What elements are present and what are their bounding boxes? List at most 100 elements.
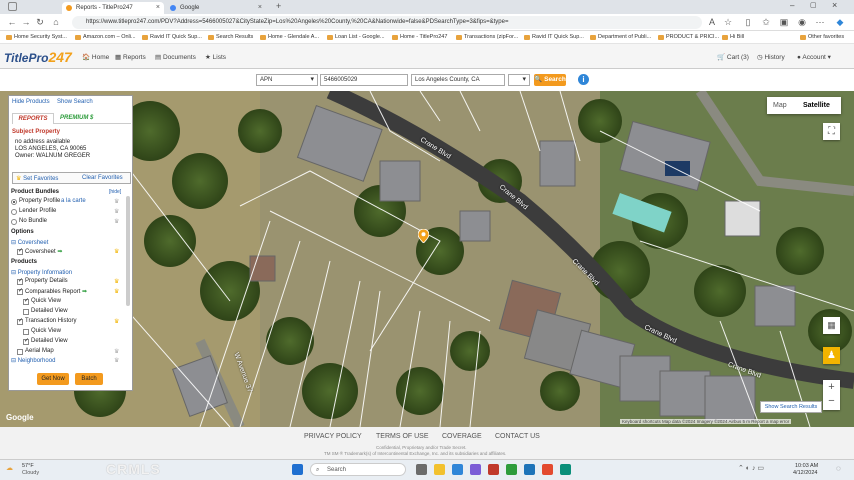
notifications-icon[interactable]: ◌: [836, 464, 841, 473]
terms-of-use-link[interactable]: TERMS OF USE: [376, 433, 429, 440]
nav-reports[interactable]: ▦ Reports: [115, 53, 146, 61]
county-input[interactable]: Los Angeles County, CA: [411, 74, 505, 86]
task-view-icon[interactable]: [416, 464, 427, 475]
checkbox-aerial-map[interactable]: [17, 349, 23, 355]
file-explorer-icon[interactable]: [434, 464, 445, 475]
nav-lists[interactable]: ★ Lists: [205, 53, 226, 61]
nav-account[interactable]: ● Account ▾: [797, 53, 831, 61]
set-favorites-link[interactable]: ♛ Set Favorites: [16, 175, 58, 182]
tab-reports[interactable]: Reports - TitlePro247 ×: [62, 2, 164, 14]
clear-favorites-link[interactable]: Clear Favorites: [82, 175, 123, 181]
clock-time[interactable]: 10:03 AM: [795, 463, 818, 469]
checkbox-quick-view[interactable]: [23, 297, 29, 305]
show-search-link[interactable]: Show Search: [57, 99, 93, 105]
checkbox-detailed-view-2[interactable]: [23, 337, 29, 345]
unit-select[interactable]: [508, 74, 530, 86]
tab-google[interactable]: Google ×: [166, 2, 266, 14]
batch-button[interactable]: Batch: [75, 373, 103, 385]
close-tab-icon[interactable]: ×: [258, 2, 262, 14]
close-window-icon[interactable]: ×: [832, 0, 837, 10]
favorite-crown-icon[interactable]: ♛: [114, 288, 119, 295]
chrome-icon[interactable]: [542, 464, 553, 475]
map-view-button[interactable]: Map: [773, 97, 787, 114]
favorite-crown-icon[interactable]: ♛: [114, 348, 119, 355]
bookmark-item[interactable]: Other favorites: [800, 33, 844, 42]
new-tab-icon[interactable]: +: [276, 1, 281, 11]
favorite-star-icon[interactable]: ☆: [722, 16, 734, 28]
street-view-pegman-icon[interactable]: ♟: [823, 347, 840, 364]
location-pin-icon[interactable]: [417, 228, 430, 244]
nav-documents[interactable]: ▤ Documents: [155, 53, 196, 61]
bookmark-item[interactable]: Hi Bill: [722, 33, 744, 42]
favorite-crown-icon[interactable]: ♛: [114, 248, 119, 255]
checkbox-transaction-history[interactable]: [17, 317, 23, 325]
weather-icon[interactable]: ☁: [6, 464, 13, 472]
titlepro-logo[interactable]: TitlePro247: [4, 49, 72, 65]
zoom-out-icon[interactable]: −: [823, 394, 840, 408]
property-information-group[interactable]: ⊟ Property Information: [11, 269, 72, 276]
split-screen-icon[interactable]: ▯: [742, 16, 754, 28]
favorite-crown-icon[interactable]: ♛: [114, 208, 119, 215]
radio-lender-profile[interactable]: [11, 209, 17, 215]
tray-icons[interactable]: ⌃ ◐ ♪ ▭: [738, 464, 764, 472]
nav-home[interactable]: 🏠 Home: [82, 53, 109, 61]
clock-date[interactable]: 4/12/2024: [793, 470, 817, 476]
hide-products-link[interactable]: Hide Products: [12, 99, 50, 105]
close-tab-icon[interactable]: ×: [156, 2, 160, 14]
radio-no-bundle[interactable]: [11, 219, 17, 225]
bookmark-item[interactable]: Ravid IT Quick Sup...: [142, 33, 202, 42]
coversheet-group[interactable]: ⊟ Coversheet: [11, 239, 48, 246]
maximize-icon[interactable]: ▢: [810, 1, 817, 9]
favorite-crown-icon[interactable]: ♛: [114, 318, 119, 325]
home-icon[interactable]: ⌂: [50, 16, 62, 28]
arrow-icon[interactable]: ➡: [57, 249, 62, 255]
hide-bundles-link[interactable]: [hide]: [109, 189, 121, 195]
bookmark-item[interactable]: Search Results: [208, 33, 253, 42]
weather-temp[interactable]: 57°F: [22, 463, 34, 469]
collections-icon[interactable]: ▣: [778, 16, 790, 28]
app-icon[interactable]: [470, 464, 481, 475]
info-icon[interactable]: i: [578, 74, 589, 85]
checkbox-quick-view-2[interactable]: [23, 329, 29, 335]
app-icon[interactable]: [506, 464, 517, 475]
forward-icon[interactable]: →: [20, 16, 32, 28]
favorite-crown-icon[interactable]: ♛: [114, 218, 119, 225]
checkbox-property-details[interactable]: [17, 277, 23, 285]
app-icon[interactable]: [560, 464, 571, 475]
bookmark-item[interactable]: Transactions (zipFor...: [456, 33, 518, 42]
map-attribution[interactable]: Keyboard shortcuts Map data ©2024 Imager…: [620, 419, 792, 424]
apn-input[interactable]: 5466005029: [320, 74, 408, 86]
windows-start-icon[interactable]: [292, 464, 303, 475]
show-search-results-button[interactable]: Show Search Results: [760, 401, 822, 413]
edge-icon[interactable]: [452, 464, 463, 475]
refresh-icon[interactable]: ↻: [34, 16, 46, 28]
profile-icon[interactable]: ◉: [796, 16, 808, 28]
get-now-button[interactable]: Get Now: [37, 373, 69, 385]
app-icon[interactable]: [488, 464, 499, 475]
radio-property-profile[interactable]: [11, 199, 17, 205]
copilot-icon[interactable]: ◆: [834, 16, 846, 28]
tab-premium[interactable]: PREMIUM $: [60, 113, 93, 123]
bookmark-item[interactable]: Amazon.com – Onli...: [75, 33, 136, 42]
coverage-link[interactable]: COVERAGE: [442, 433, 482, 440]
search-button[interactable]: 🔍 Search: [534, 74, 566, 86]
bookmark-item[interactable]: Home - Glendale A...: [260, 33, 319, 42]
outlook-icon[interactable]: [524, 464, 535, 475]
search-type-select[interactable]: APN: [256, 74, 318, 86]
favorite-crown-icon[interactable]: ♛: [114, 278, 119, 285]
nav-cart[interactable]: 🛒 Cart (3): [717, 53, 749, 61]
checkbox-coversheet[interactable]: [17, 247, 23, 255]
map-grid-icon[interactable]: ▦: [823, 317, 840, 334]
checkbox-comparables[interactable]: [17, 287, 23, 295]
favorite-crown-icon[interactable]: ♛: [114, 357, 119, 364]
bookmark-item[interactable]: Home Security Syst...: [6, 33, 67, 42]
checkbox-detailed-view[interactable]: [23, 309, 29, 315]
arrow-icon[interactable]: ➡: [82, 289, 87, 295]
url-input[interactable]: https://www.titlepro247.com/PDV?Address=…: [72, 16, 702, 29]
bookmark-item[interactable]: Home - TitlePro247: [392, 33, 447, 42]
bookmark-item[interactable]: Department of Publi...: [590, 33, 651, 42]
a-la-carte-link[interactable]: a la carte: [61, 198, 86, 204]
zoom-in-icon[interactable]: +: [823, 380, 840, 394]
neighborhood-group[interactable]: ⊟ Neighborhood: [11, 357, 55, 364]
bookmark-item[interactable]: PRODUCT & PRICI...: [658, 33, 719, 42]
